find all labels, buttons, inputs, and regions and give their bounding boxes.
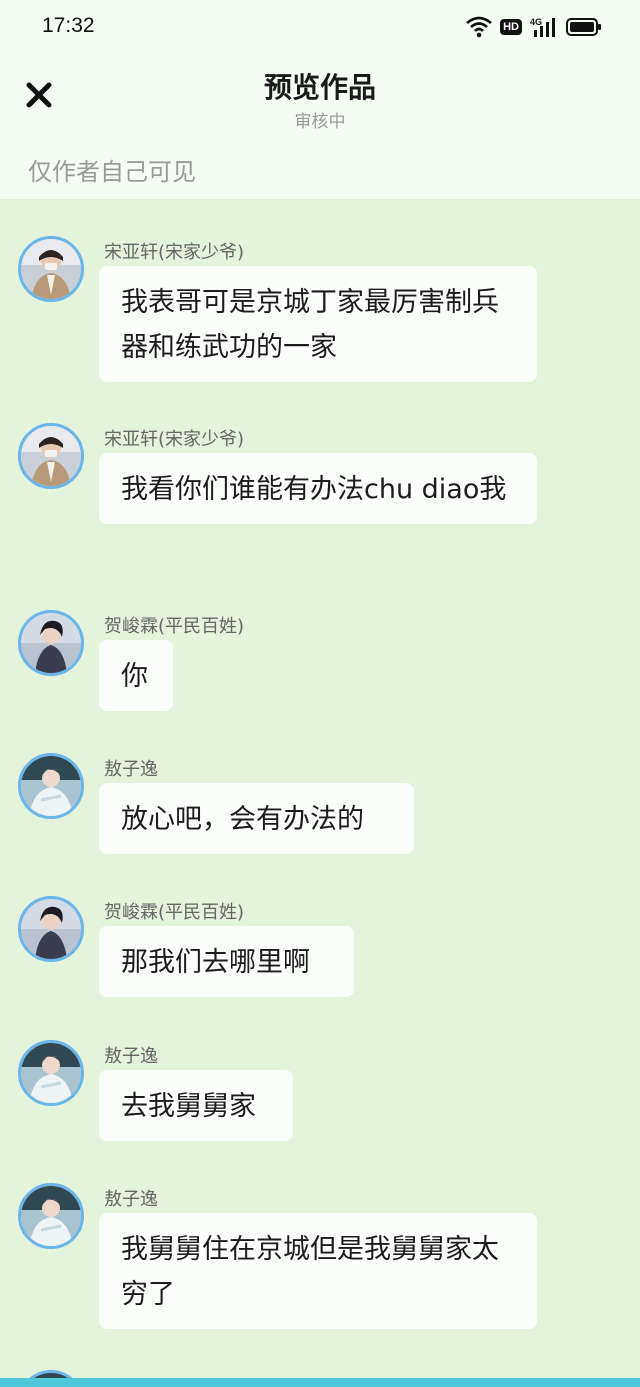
message-bubble[interactable]: 我表哥可是京城丁家最厉害制兵器和练武功的一家	[99, 266, 537, 382]
wifi-icon	[466, 16, 492, 38]
4g-signal-icon: 4G	[530, 17, 555, 37]
status-time: 17:32	[42, 14, 95, 37]
message-bubble[interactable]: 你	[99, 640, 173, 711]
message-bubble[interactable]: 那我们去哪里啊	[99, 926, 354, 997]
sender-name: 贺峻霖(平民百姓)	[104, 616, 245, 637]
status-icons: HD 4G	[466, 16, 602, 38]
battery-icon	[566, 18, 601, 36]
avatar[interactable]	[18, 753, 84, 819]
sender-name: 贺峻霖(平民百姓)	[104, 902, 245, 923]
message-bubble[interactable]: 去我舅舅家	[99, 1070, 293, 1141]
avatar[interactable]	[18, 236, 84, 302]
sender-name: 宋亚轩(宋家少爷)	[104, 242, 245, 263]
avatar[interactable]	[18, 896, 84, 962]
message-bubble[interactable]: 我看你们谁能有办法chu diao我	[99, 453, 537, 524]
message-bubble[interactable]: 放心吧，会有办法的	[99, 783, 414, 854]
avatar[interactable]	[18, 610, 84, 676]
hd-icon: HD	[500, 19, 522, 35]
page-title: 预览作品	[263, 71, 376, 104]
header-panel: 17:32 HD 4G 预览作品 审核中 仅作者自己可见	[0, 0, 640, 199]
status-bar: 17:32 HD 4G	[0, 0, 640, 58]
message-bubble[interactable]: 我舅舅住在京城但是我舅舅家太穷了	[99, 1213, 537, 1329]
sender-name: 敖子逸	[104, 1046, 158, 1067]
sender-name: 敖子逸	[104, 759, 158, 780]
avatar[interactable]	[18, 1040, 84, 1106]
bottom-bar	[0, 1378, 640, 1387]
avatar[interactable]	[18, 423, 84, 489]
sender-name: 宋亚轩(宋家少爷)	[104, 429, 245, 450]
sender-name: 敖子逸	[104, 1189, 158, 1210]
visibility-notice: 仅作者自己可见	[28, 158, 196, 186]
avatar[interactable]	[18, 1183, 84, 1249]
svg-text:4G: 4G	[530, 17, 542, 27]
review-status: 审核中	[294, 112, 346, 132]
